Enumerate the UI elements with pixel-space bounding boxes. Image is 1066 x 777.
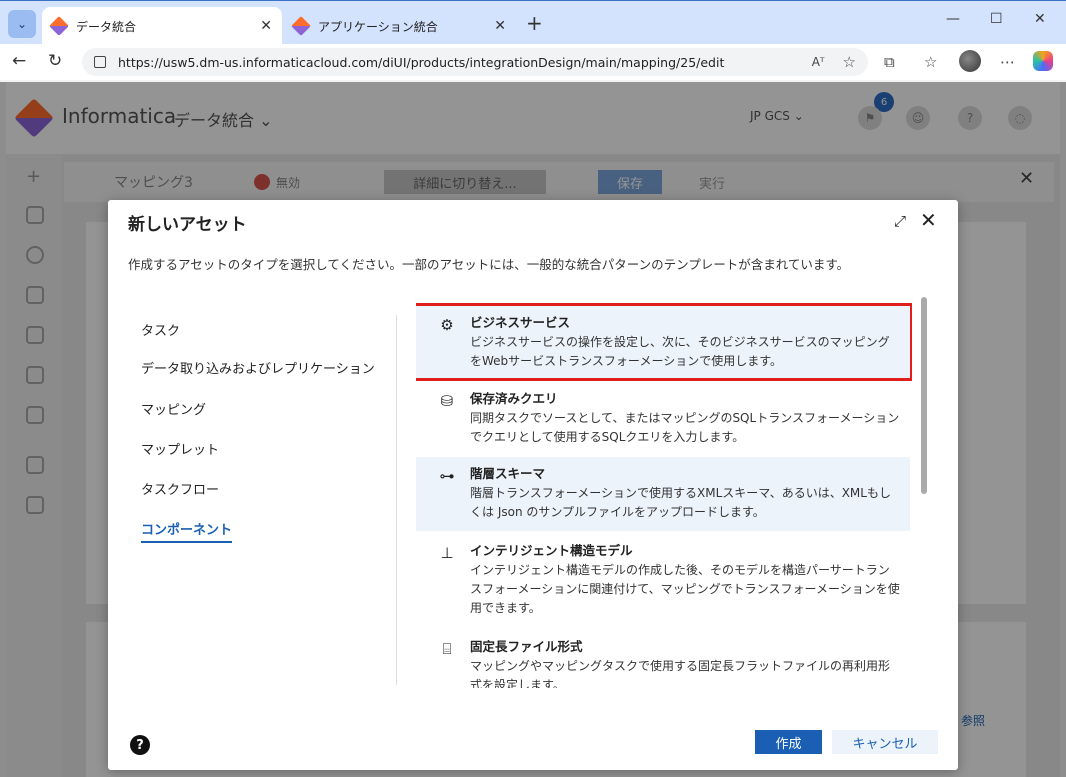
asset-description: マッピングやマッピングタスクで使用する固定長フラットファイルの再利用形式を設定し… [470, 659, 891, 688]
asset-name: 階層スキーマ [470, 466, 546, 481]
create-button[interactable]: 作成 [755, 730, 822, 754]
informatica-favicon-icon [291, 16, 311, 36]
dialog-description: 作成するアセットのタイプを選択してください。一部のアセットには、一般的な統合パタ… [128, 257, 850, 272]
asset-description: 階層トランスフォーメーションで使用するXMLスキーマ、あるいは、XMLもしくは … [470, 486, 891, 519]
category-taskflow[interactable]: タスクフロー [141, 479, 219, 498]
chevron-down-icon: ⌄ [16, 17, 28, 31]
category-components[interactable]: コンポーネント [141, 519, 233, 543]
url-text: https://usw5.dm-us.informaticacloud.com/… [118, 54, 725, 70]
address-bar-row: ← ↻ https://usw5.dm-us.informaticacloud.… [0, 44, 1066, 80]
tab-actions-menu-button[interactable]: ⌄ [8, 10, 36, 38]
refresh-icon[interactable]: ↻ [48, 51, 62, 71]
favorite-star-icon[interactable]: ☆ [843, 53, 856, 71]
asset-description: 同期タスクでソースとして、またはマッピングのSQLトランスフォーメーションでクエ… [470, 411, 900, 444]
expand-icon[interactable]: ⤢ [894, 212, 906, 230]
asset-intelligent-structure-model[interactable]: ⊥ インテリジェント構造モデル インテリジェント構造モデルの作成した後、そのモデ… [416, 534, 910, 624]
favorites-icon[interactable]: ☆ [924, 53, 937, 71]
asset-type-list: ⚙ ビジネスサービス ビジネスサービスの操作を設定し、次に、そのビジネスサービス… [416, 302, 912, 688]
asset-hierarchical-schema[interactable]: ⊶ 階層スキーマ 階層トランスフォーメーションで使用するXMLスキーマ、あるいは… [416, 457, 910, 531]
browser-tab-inactive[interactable]: アプリケーション統合 ✕ [284, 7, 516, 45]
hierarchy-icon: ⊶ [439, 467, 455, 485]
informatica-favicon-icon [49, 16, 69, 36]
structure-tree-icon: ⊥ [440, 544, 454, 562]
fixed-width-file-icon: ⌸ [442, 640, 452, 658]
new-tab-icon[interactable]: + [526, 11, 543, 35]
new-asset-dialog: 新しいアセット ⤢ ✕ 作成するアセットのタイプを選択してください。一部のアセッ… [108, 200, 958, 770]
more-menu-icon[interactable]: ⋯ [1000, 53, 1015, 71]
cancel-button[interactable]: キャンセル [832, 730, 938, 754]
browser-tab-bar: ⌄ データ統合 ✕ アプリケーション統合 ✕ + — ☐ ✕ [0, 0, 1066, 45]
url-field[interactable]: https://usw5.dm-us.informaticacloud.com/… [82, 48, 868, 76]
profile-avatar[interactable] [959, 50, 981, 72]
briefcase-gear-icon: ⚙ [440, 316, 454, 334]
close-window-icon[interactable]: ✕ [1034, 11, 1046, 27]
read-aloud-icon[interactable]: Aᵀ [812, 55, 825, 69]
tab-title: データ統合 [76, 19, 137, 34]
help-icon[interactable]: ? [130, 735, 150, 755]
asset-business-service[interactable]: ⚙ ビジネスサービス ビジネスサービスの操作を設定し、次に、そのビジネスサービス… [416, 303, 912, 381]
category-task[interactable]: タスク [141, 320, 180, 339]
lock-icon [94, 56, 106, 68]
browser-tab-active[interactable]: データ統合 ✕ [42, 7, 282, 45]
minimize-icon[interactable]: — [946, 11, 960, 27]
asset-fixed-width-file-format[interactable]: ⌸ 固定長ファイル形式 マッピングやマッピングタスクで使用する固定長フラットファ… [416, 630, 910, 688]
asset-name: ビジネスサービス [470, 315, 571, 330]
close-tab-icon[interactable]: ✕ [494, 18, 506, 34]
category-mapping[interactable]: マッピング [141, 399, 206, 418]
back-icon[interactable]: ← [12, 51, 26, 71]
close-dialog-icon[interactable]: ✕ [920, 208, 937, 232]
close-tab-icon[interactable]: ✕ [260, 18, 272, 34]
dialog-title: 新しいアセット [128, 215, 247, 235]
asset-name: 保存済みクエリ [470, 391, 558, 406]
extensions-icon[interactable]: ⧉ [884, 53, 895, 71]
asset-name: 固定長ファイル形式 [470, 639, 583, 654]
category-ingestion-replication[interactable]: データ取り込みおよびレプリケーション [141, 358, 375, 377]
asset-name: インテリジェント構造モデル [470, 543, 633, 558]
copilot-icon[interactable] [1033, 51, 1053, 71]
maximize-icon[interactable]: ☐ [990, 11, 1003, 27]
database-doc-icon: ⛁ [440, 392, 454, 410]
divider [396, 315, 397, 685]
category-mapplet[interactable]: マップレット [141, 439, 219, 458]
asset-list-scrollbar[interactable] [921, 297, 927, 494]
tab-title: アプリケーション統合 [318, 19, 438, 34]
asset-description: ビジネスサービスの操作を設定し、次に、そのビジネスサービスのマッピングをWebサ… [470, 335, 890, 368]
asset-saved-query[interactable]: ⛁ 保存済みクエリ 同期タスクでソースとして、またはマッピングのSQLトランスフ… [416, 382, 910, 454]
asset-description: インテリジェント構造モデルの作成した後、そのモデルを構造パーサートランスフォーメ… [470, 563, 900, 615]
